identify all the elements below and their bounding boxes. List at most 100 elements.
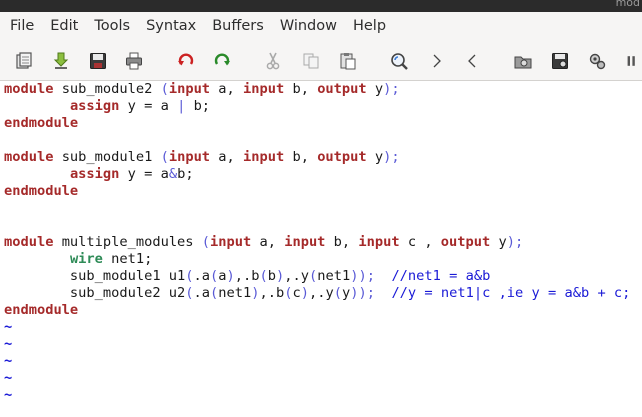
code-token: a, (251, 234, 285, 250)
code-line[interactable]: ~ (4, 353, 12, 370)
code-token: ) (300, 285, 309, 301)
open-icon[interactable] (13, 50, 35, 72)
menu-help[interactable]: Help (345, 18, 394, 34)
code-token: ,.b (234, 268, 260, 284)
code-token: ( (333, 285, 342, 301)
empty-line-marker: ~ (4, 370, 13, 386)
code-token: net1 (317, 268, 351, 284)
keyword-token: endmodule (4, 302, 79, 318)
code-token: ,.b (259, 285, 285, 301)
code-token: ) (251, 285, 260, 301)
cut-icon[interactable] (262, 50, 284, 72)
code-token: b (267, 268, 277, 284)
code-token: y (490, 234, 507, 250)
menu-edit[interactable]: Edit (42, 18, 86, 34)
keyword-token: assign (69, 98, 120, 114)
code-line[interactable]: sub_module1 u1(.a(a),.b(b),.y(net1)); //… (4, 268, 490, 285)
code-line[interactable]: assign y = a&b; (4, 166, 194, 183)
undo-icon[interactable] (175, 50, 197, 72)
code-token: sub_module2 u2 (4, 285, 186, 301)
download-icon[interactable] (50, 50, 72, 72)
code-line[interactable]: sub_module2 u2(.a(net1),.b(c),.y(y)); //… (4, 285, 631, 302)
copy-icon[interactable] (300, 50, 322, 72)
code-token: c (292, 285, 301, 301)
code-token: y = a (119, 166, 169, 182)
code-line[interactable]: endmodule (4, 115, 78, 132)
empty-line-marker: ~ (4, 336, 13, 352)
code-token: a (218, 268, 227, 284)
keyword-token: module (4, 149, 54, 165)
forward-icon[interactable] (425, 50, 447, 72)
code-editor[interactable]: module sub_module2 (input a, input b, ou… (0, 81, 642, 417)
find-icon[interactable] (388, 50, 410, 72)
empty-line-marker: ~ (4, 319, 13, 335)
code-token: net1 (218, 285, 252, 301)
code-token: ( (185, 285, 194, 301)
keyword-token: input (243, 149, 285, 165)
keyword-token: module (4, 234, 54, 250)
code-line[interactable]: assign y = a | b; (4, 98, 210, 115)
paste-icon[interactable] (337, 50, 359, 72)
code-token: a, (210, 81, 244, 97)
code-token: y (341, 285, 351, 301)
more-icon[interactable] (626, 50, 642, 72)
menu-file[interactable]: File (0, 18, 42, 34)
code-token: c , (399, 234, 441, 250)
toolbar (0, 40, 642, 81)
code-token: sub_module2 (53, 81, 161, 97)
code-line[interactable]: endmodule (4, 183, 78, 200)
keyword-token: assign (69, 166, 120, 182)
code-line[interactable]: wire net1; (4, 251, 152, 268)
menu-tools[interactable]: Tools (86, 18, 138, 34)
keyword-token: module (4, 81, 54, 97)
code-line[interactable]: ~ (4, 387, 12, 404)
load-session-icon[interactable] (512, 50, 534, 72)
code-token: .a (193, 285, 211, 301)
code-token: )); (350, 268, 375, 284)
code-line[interactable]: ~ (4, 336, 12, 353)
back-icon[interactable] (462, 50, 484, 72)
code-token: & (168, 166, 178, 182)
type-token: wire (69, 251, 103, 267)
code-token: ) (226, 268, 235, 284)
code-token: net1; (102, 251, 153, 267)
keyword-token: input (168, 149, 211, 165)
code-token: .a (193, 268, 211, 284)
code-line[interactable]: module multiple_modules (input a, input … (4, 234, 523, 251)
code-token: b; (185, 98, 211, 114)
keyword-token: output (440, 234, 491, 250)
keyword-token: input (243, 81, 285, 97)
menu-window[interactable]: Window (272, 18, 345, 34)
code-token: b; (177, 166, 194, 182)
keyword-token: output (317, 81, 367, 97)
code-token: ( (185, 268, 194, 284)
print-icon[interactable] (123, 50, 145, 72)
code-line[interactable]: ~ (4, 319, 12, 336)
keyword-token: input (168, 81, 211, 97)
save-icon[interactable] (87, 50, 109, 72)
code-token: y = a (119, 98, 178, 114)
code-line[interactable]: endmodule (4, 302, 78, 319)
code-token: multiple_modules (53, 234, 202, 250)
code-token: sub_module1 (53, 149, 161, 165)
run-script-icon[interactable] (586, 50, 608, 72)
code-line[interactable]: ~ (4, 370, 12, 387)
window-titlebar: mod (0, 0, 642, 12)
code-token: ( (309, 268, 318, 284)
code-line[interactable]: module sub_module1 (input a, input b, ou… (4, 149, 400, 166)
code-token: ,.y (284, 268, 309, 284)
redo-icon[interactable] (211, 50, 233, 72)
code-token: a, (210, 149, 244, 165)
code-token: ); (383, 81, 400, 97)
save-session-icon[interactable] (549, 50, 571, 72)
code-token: b, (284, 149, 318, 165)
menu-buffers[interactable]: Buffers (204, 18, 272, 34)
code-line[interactable]: module sub_module2 (input a, input b, ou… (4, 81, 400, 98)
code-token: y (366, 149, 384, 165)
code-token: sub_module1 u1 (4, 268, 186, 284)
code-token: ( (160, 81, 169, 97)
menu-syntax[interactable]: Syntax (138, 18, 204, 34)
